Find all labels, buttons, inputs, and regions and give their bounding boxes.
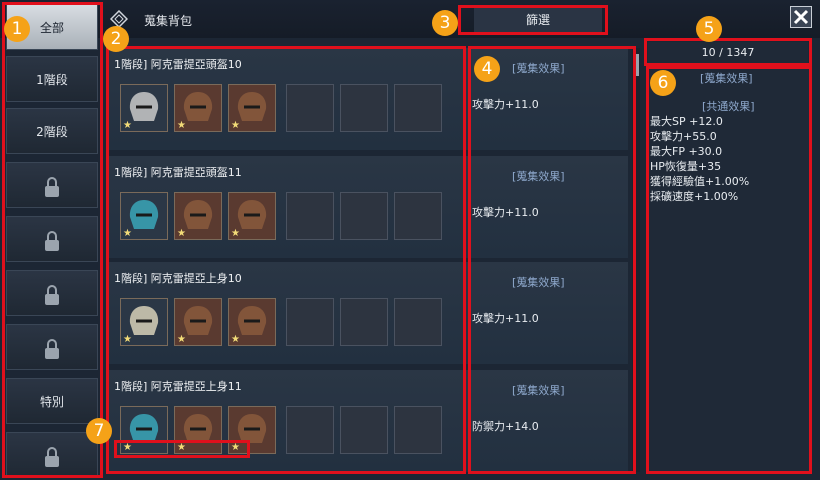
- close-button[interactable]: [790, 6, 812, 28]
- annotation-badge-2: 2: [103, 26, 129, 52]
- highlight-box-summary: [646, 66, 812, 474]
- highlight-box-list: [106, 46, 466, 474]
- window-title: 蒐集背包: [144, 14, 193, 28]
- close-icon: [793, 9, 809, 25]
- annotation-badge-7: 7: [86, 418, 112, 444]
- annotation-badge-1: 1: [4, 16, 30, 42]
- annotation-badge-6: 6: [650, 70, 676, 96]
- annotation-badge-3: 3: [432, 10, 458, 36]
- highlight-box-effects: [468, 46, 636, 474]
- highlight-box-sidebar: [2, 2, 103, 478]
- highlight-box-count: [644, 38, 812, 66]
- annotation-badge-5: 5: [696, 16, 722, 42]
- highlight-box-stars: [114, 440, 250, 458]
- annotation-badge-4: 4: [474, 56, 500, 82]
- highlight-box-filter: [458, 5, 608, 35]
